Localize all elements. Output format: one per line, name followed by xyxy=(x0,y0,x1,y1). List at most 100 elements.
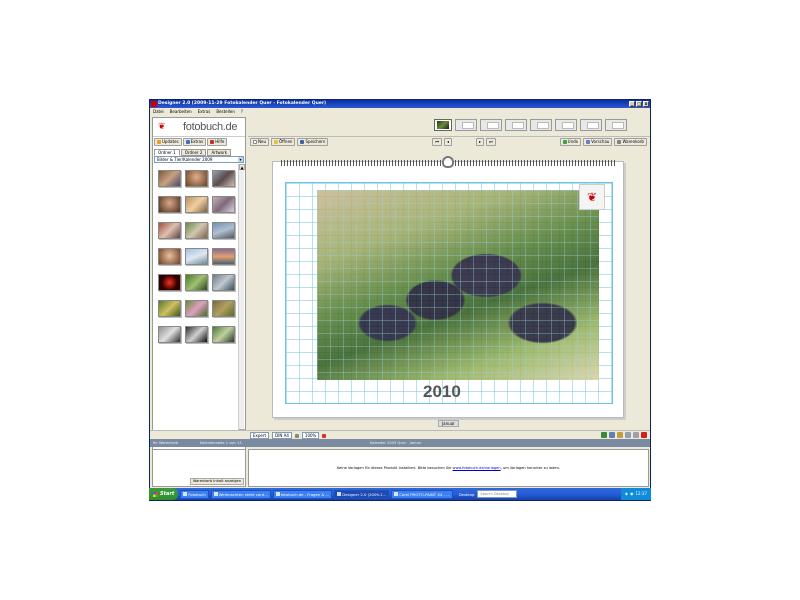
image-browser-pane: ❦ fotobuch.de Updates Extras Hilfe Ordne… xyxy=(152,117,246,451)
photo-thumbnail[interactable] xyxy=(158,170,181,187)
calendar-page[interactable]: ❦ 2010 xyxy=(272,156,624,418)
photo-thumbnail[interactable] xyxy=(185,222,208,239)
menu-extras[interactable]: Extras xyxy=(198,108,211,116)
photo-thumbnail[interactable] xyxy=(212,300,235,317)
help-button[interactable]: Hilfe xyxy=(207,138,228,146)
frame-icon[interactable] xyxy=(625,432,631,438)
tray-volume-icon[interactable]: ◉ xyxy=(630,488,634,500)
page-thumbnail[interactable] xyxy=(555,119,577,131)
thumbnail-scrollbar[interactable]: ▲ ▼ xyxy=(238,164,245,435)
menu-help[interactable]: ? xyxy=(241,108,243,116)
photo-thumbnail[interactable] xyxy=(185,248,208,265)
logo: ❦ fotobuch.de xyxy=(153,118,245,137)
delete-icon[interactable] xyxy=(641,432,647,438)
help-icon xyxy=(210,140,215,144)
browser-icon xyxy=(275,492,280,496)
undo-button[interactable]: Undo xyxy=(559,138,582,146)
save-button[interactable]: Speichern xyxy=(297,138,329,146)
template-info-pane: Keine Vorlagen für dieses Produkt instal… xyxy=(248,449,649,487)
page-thumbnail[interactable] xyxy=(455,119,477,131)
photo-thumbnail[interactable] xyxy=(212,248,235,265)
tab-artwork[interactable]: Artwork xyxy=(207,149,232,156)
design-canvas: ❦ 2010 Januar xyxy=(248,147,650,429)
photo-thumbnail[interactable] xyxy=(212,274,235,291)
first-page-button[interactable]: ⏮ xyxy=(432,138,443,146)
start-button[interactable]: Start xyxy=(149,488,179,500)
taskbar-item[interactable]: fotobuch.de - Fragen & ... xyxy=(272,489,333,499)
minimize-button[interactable]: _ xyxy=(629,101,635,107)
cart-button[interactable]: Warenkorb xyxy=(614,138,647,146)
show-cart-button[interactable]: Warenkorb Inhalt anzeigen xyxy=(189,478,244,485)
updates-button[interactable]: Updates xyxy=(154,138,182,146)
photo-thumbnail[interactable] xyxy=(185,326,208,343)
system-tray: ◈ ◉ 12:37 xyxy=(620,488,651,500)
page-thumbnail[interactable] xyxy=(480,119,502,131)
designer-app-icon xyxy=(337,492,342,496)
photo-thumbnail[interactable] xyxy=(185,170,208,187)
page-thumbnail[interactable] xyxy=(605,119,627,131)
canvas-tools xyxy=(601,432,647,438)
windows-taskbar: Start Fotobuch Weihnachten steht vord...… xyxy=(149,488,651,500)
photo-thumbnail[interactable] xyxy=(158,300,181,317)
next-page-button[interactable]: ▸ xyxy=(476,138,485,146)
page-thumbnail[interactable] xyxy=(580,119,602,131)
photo-thumbnail[interactable] xyxy=(158,248,181,265)
photo-thumbnail[interactable] xyxy=(158,222,181,239)
document-icon xyxy=(213,492,218,496)
photo-thumbnail[interactable] xyxy=(185,300,208,317)
copy-icon[interactable] xyxy=(633,432,639,438)
tab-ordner-1[interactable]: Ordner 1 xyxy=(154,149,180,156)
taskbar-item-active[interactable]: Designer 2.0 (2009-1... xyxy=(334,489,390,499)
page-thumbnail[interactable] xyxy=(505,119,527,131)
mode-select[interactable]: Expert xyxy=(250,432,270,439)
text-icon[interactable] xyxy=(617,432,623,438)
extras-button[interactable]: Extras xyxy=(182,138,207,146)
scroll-up-arrow-icon[interactable]: ▲ xyxy=(239,164,245,170)
folder-icon xyxy=(183,492,188,496)
taskbar-item[interactable]: Weihnachten steht vord... xyxy=(210,489,271,499)
preview-button[interactable]: Vorschau xyxy=(583,138,613,146)
photo-thumbnail[interactable] xyxy=(212,326,235,343)
last-page-button[interactable]: ⏭ xyxy=(486,138,496,146)
new-document-icon xyxy=(253,140,257,144)
desktop-search-input[interactable]: Search Desktop xyxy=(477,490,518,498)
first-page-icon: ⏮ xyxy=(435,139,440,144)
layers-icon[interactable] xyxy=(609,432,615,438)
new-button[interactable]: Neu xyxy=(250,138,269,146)
tray-network-icon[interactable]: ◈ xyxy=(625,488,628,500)
photo-thumbnail[interactable] xyxy=(185,274,208,291)
photo-thumbnail[interactable] xyxy=(212,196,235,213)
photo-thumbnail[interactable] xyxy=(185,196,208,213)
caterpillar-photo[interactable] xyxy=(317,190,599,380)
menu-datei[interactable]: Datei xyxy=(153,108,164,116)
prev-page-button[interactable]: ◂ xyxy=(444,138,453,146)
preview-icon xyxy=(586,140,591,144)
calendar-year[interactable]: 2010 xyxy=(423,382,461,402)
page-thumbnail[interactable] xyxy=(530,119,552,131)
open-button[interactable]: Öffnen xyxy=(271,138,296,146)
page-strip xyxy=(434,119,627,131)
photo-thumbnail[interactable] xyxy=(158,274,181,291)
format-select[interactable]: DIN A4 xyxy=(272,432,292,439)
menu-bearbeiten[interactable]: Bearbeiten xyxy=(170,108,192,116)
rotate-icon[interactable] xyxy=(601,432,607,438)
maximize-button[interactable]: □ xyxy=(636,101,642,107)
grid-toggle-icon[interactable] xyxy=(294,433,299,438)
windows-logo-icon xyxy=(153,491,158,497)
save-icon xyxy=(300,140,305,144)
taskbar-item[interactable]: Fotobuch xyxy=(180,489,209,499)
photo-thumbnail[interactable] xyxy=(212,222,235,239)
photo-thumbnail[interactable] xyxy=(158,196,181,213)
close-button[interactable]: x xyxy=(643,101,649,107)
page-thumbnail[interactable] xyxy=(434,119,452,131)
photo-thumbnail[interactable] xyxy=(158,326,181,343)
color-icon[interactable] xyxy=(322,433,327,438)
menu-bestellen[interactable]: Bestellen xyxy=(216,108,235,116)
album-select[interactable]: Bilder & Tier/Kalender 2009 ▾ xyxy=(154,156,244,163)
taskbar-item[interactable]: Corel PHOTO-PAINT X4 - ... xyxy=(391,489,453,499)
tab-ordner-2[interactable]: Ordner 2 xyxy=(180,149,207,156)
cart-icon xyxy=(617,140,622,144)
photo-thumbnail[interactable] xyxy=(212,170,235,187)
templates-link[interactable]: www.fotobuch.de/vorlagen xyxy=(453,466,501,470)
zoom-select[interactable]: 100% xyxy=(301,432,320,439)
